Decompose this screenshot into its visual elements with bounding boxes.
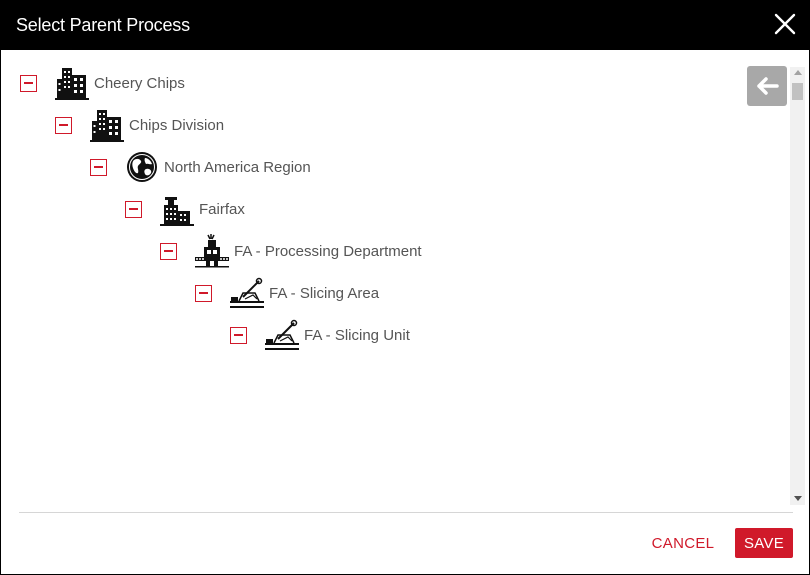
- footer-divider: [19, 512, 793, 513]
- collapse-toggle[interactable]: [230, 326, 247, 344]
- division-building-icon: [90, 110, 124, 142]
- tree-node-fa-slicing-area: FA - Slicing Area: [195, 273, 379, 313]
- close-icon: [774, 13, 796, 35]
- tree-node-label[interactable]: FA - Slicing Area: [269, 285, 379, 302]
- tree-node-chips-division: Chips Division: [55, 105, 224, 145]
- factory-icon: [160, 197, 194, 226]
- globe-icon: [127, 152, 157, 182]
- close-button[interactable]: [773, 12, 797, 36]
- tree-node-label[interactable]: Cheery Chips: [94, 75, 185, 92]
- scroll-down-arrow-icon[interactable]: [794, 496, 802, 501]
- back-button[interactable]: [747, 66, 787, 106]
- tree-scrollbar[interactable]: [790, 67, 805, 505]
- tree-node-label[interactable]: FA - Processing Department: [234, 243, 422, 260]
- cancel-button[interactable]: CANCEL: [645, 528, 721, 558]
- collapse-toggle[interactable]: [160, 242, 177, 260]
- dialog-titlebar: Select Parent Process: [1, 1, 809, 50]
- tree-node-fa-processing-department: FA - Processing Department: [160, 231, 422, 271]
- tree-node-fa-slicing-unit: FA - Slicing Unit: [230, 315, 410, 355]
- collapse-toggle[interactable]: [125, 200, 142, 218]
- processing-machine-icon: [195, 234, 229, 268]
- tree-node-label[interactable]: Fairfax: [199, 201, 245, 218]
- tree-node-north-america-region: North America Region: [90, 147, 311, 187]
- save-button[interactable]: SAVE: [735, 528, 793, 558]
- slicer-icon: [230, 277, 264, 308]
- process-tree: Cheery Chips Chips Division North Americ…: [1, 63, 781, 503]
- arrow-left-icon: [757, 77, 779, 95]
- slicer-icon: [265, 319, 299, 350]
- company-building-icon: [55, 68, 89, 100]
- tree-node-label[interactable]: North America Region: [164, 159, 311, 176]
- tree-node-cheery-chips: Cheery Chips: [20, 63, 185, 103]
- tree-node-label[interactable]: FA - Slicing Unit: [304, 327, 410, 344]
- collapse-toggle[interactable]: [55, 116, 72, 134]
- collapse-toggle[interactable]: [90, 158, 107, 176]
- collapse-toggle[interactable]: [195, 284, 212, 302]
- scroll-thumb[interactable]: [792, 83, 803, 100]
- tree-node-fairfax: Fairfax: [125, 189, 245, 229]
- scroll-up-arrow-icon[interactable]: [794, 70, 802, 75]
- select-parent-process-dialog: Select Parent Process Cheery Chips Chips…: [0, 0, 810, 575]
- tree-node-label[interactable]: Chips Division: [129, 117, 224, 134]
- collapse-toggle[interactable]: [20, 74, 37, 92]
- dialog-title: Select Parent Process: [16, 15, 190, 35]
